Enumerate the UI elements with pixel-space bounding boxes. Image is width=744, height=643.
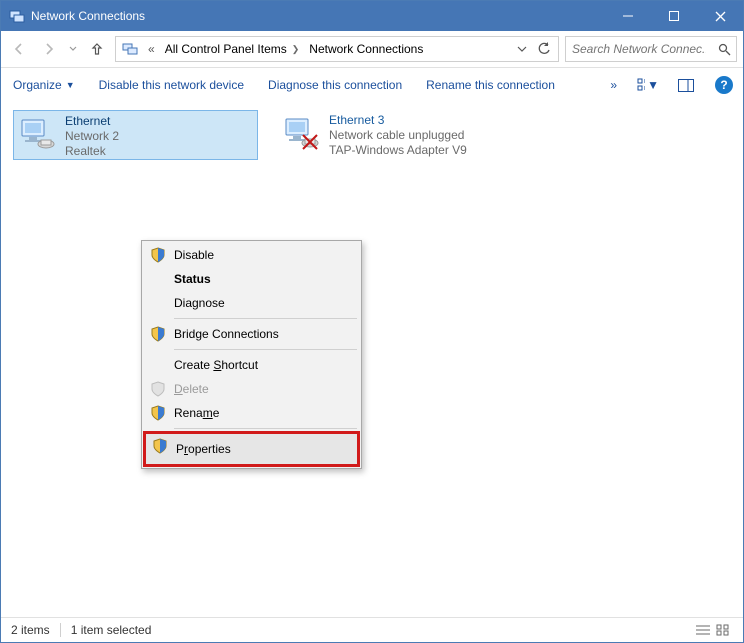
- rename-connection-button[interactable]: Rename this connection: [422, 68, 559, 102]
- chevron-right-icon: ❯: [292, 44, 300, 55]
- address-bar-row: « All Control Panel Items ❯ Network Conne…: [1, 31, 743, 68]
- minimize-button[interactable]: [605, 1, 651, 31]
- address-dropdown-button[interactable]: [512, 38, 532, 60]
- ctx-rename[interactable]: Rename: [144, 401, 359, 425]
- preview-pane-button[interactable]: [675, 74, 697, 96]
- connection-item-ethernet3[interactable]: Ethernet 3 Network cable unplugged TAP-W…: [278, 110, 523, 160]
- view-details-button[interactable]: [693, 622, 713, 638]
- ctx-create-shortcut[interactable]: Create Shortcut: [144, 353, 359, 377]
- breadcrumb-prefix[interactable]: «: [144, 37, 161, 61]
- shield-icon: [150, 247, 166, 263]
- ctx-rename-label: Rename: [174, 406, 219, 420]
- ctx-diagnose-label: Diagnose: [174, 296, 225, 310]
- search-icon[interactable]: [712, 37, 736, 61]
- shield-icon: [152, 438, 168, 454]
- ctx-status-label: Status: [174, 272, 211, 286]
- ctx-separator: [174, 318, 357, 319]
- window-title: Network Connections: [31, 9, 145, 23]
- context-menu: Disable Status Diagnose Bridge Connectio…: [141, 240, 362, 469]
- ctx-delete-label: Delete: [174, 382, 209, 396]
- nav-forward-button[interactable]: [37, 37, 61, 61]
- ctx-disable-label: Disable: [174, 248, 214, 262]
- chevron-down-icon: ▼: [66, 80, 75, 90]
- organize-label: Organize: [13, 78, 62, 92]
- view-options-button[interactable]: ▼: [637, 74, 659, 96]
- network-adapter-icon: [281, 113, 321, 153]
- ctx-bridge[interactable]: Bridge Connections: [144, 322, 359, 346]
- breadcrumb-network-connections[interactable]: Network Connections: [305, 37, 429, 61]
- connection-list: Ethernet Network 2 Realtek Ethernet 3 Ne…: [1, 102, 743, 168]
- connection-status: Network 2: [65, 129, 119, 144]
- refresh-button[interactable]: [534, 38, 554, 60]
- nav-up-button[interactable]: [85, 37, 109, 61]
- help-button[interactable]: ?: [713, 74, 735, 96]
- shield-icon: [150, 326, 166, 342]
- connection-name: Ethernet: [65, 114, 119, 129]
- status-item-count: 2 items: [11, 623, 50, 637]
- close-button[interactable]: [697, 1, 743, 31]
- breadcrumb-control-panel[interactable]: All Control Panel Items ❯: [161, 37, 306, 61]
- diagnose-connection-button[interactable]: Diagnose this connection: [264, 68, 406, 102]
- ctx-diagnose[interactable]: Diagnose: [144, 291, 359, 315]
- overflow-button[interactable]: »: [606, 68, 621, 102]
- ctx-separator: [174, 428, 357, 429]
- connection-adapter: Realtek: [65, 144, 119, 159]
- help-icon: ?: [715, 76, 733, 94]
- search-input[interactable]: [566, 42, 712, 56]
- ctx-properties[interactable]: Properties: [143, 431, 360, 467]
- shield-icon: [150, 405, 166, 421]
- status-selection: 1 item selected: [71, 623, 152, 637]
- ctx-delete: Delete: [144, 377, 359, 401]
- nav-back-button[interactable]: [7, 37, 31, 61]
- ctx-status[interactable]: Status: [144, 267, 359, 291]
- search-box[interactable]: [565, 36, 737, 62]
- connection-item-ethernet[interactable]: Ethernet Network 2 Realtek: [13, 110, 258, 160]
- ctx-separator: [174, 349, 357, 350]
- organize-menu[interactable]: Organize ▼: [9, 68, 79, 102]
- app-icon: [9, 8, 25, 24]
- titlebar: Network Connections: [1, 1, 743, 31]
- network-adapter-icon: [17, 114, 57, 154]
- connection-status: Network cable unplugged: [329, 128, 467, 143]
- breadcrumb-control-panel-label: All Control Panel Items: [165, 42, 287, 56]
- breadcrumb-network-connections-label: Network Connections: [309, 42, 423, 56]
- connection-name: Ethernet 3: [329, 113, 467, 128]
- ctx-disable[interactable]: Disable: [144, 243, 359, 267]
- status-bar: 2 items 1 item selected: [1, 617, 743, 642]
- maximize-button[interactable]: [651, 1, 697, 31]
- view-tiles-button[interactable]: [713, 622, 733, 638]
- window: Network Connections « All Control Panel …: [0, 0, 744, 643]
- disable-device-button[interactable]: Disable this network device: [95, 68, 248, 102]
- nav-recent-button[interactable]: [67, 37, 79, 61]
- location-icon: [120, 39, 140, 59]
- status-divider: [60, 623, 61, 637]
- chevron-down-icon: ▼: [647, 78, 659, 92]
- shield-icon: [150, 381, 166, 397]
- command-bar: Organize ▼ Disable this network device Di…: [1, 68, 743, 103]
- content-area: Ethernet Network 2 Realtek Ethernet 3 Ne…: [1, 102, 743, 618]
- ctx-properties-label: Properties: [176, 442, 231, 456]
- address-bar[interactable]: « All Control Panel Items ❯ Network Conne…: [115, 36, 559, 62]
- ctx-bridge-label: Bridge Connections: [174, 327, 279, 341]
- ctx-create-shortcut-label: Create Shortcut: [174, 358, 258, 372]
- connection-adapter: TAP-Windows Adapter V9: [329, 143, 467, 158]
